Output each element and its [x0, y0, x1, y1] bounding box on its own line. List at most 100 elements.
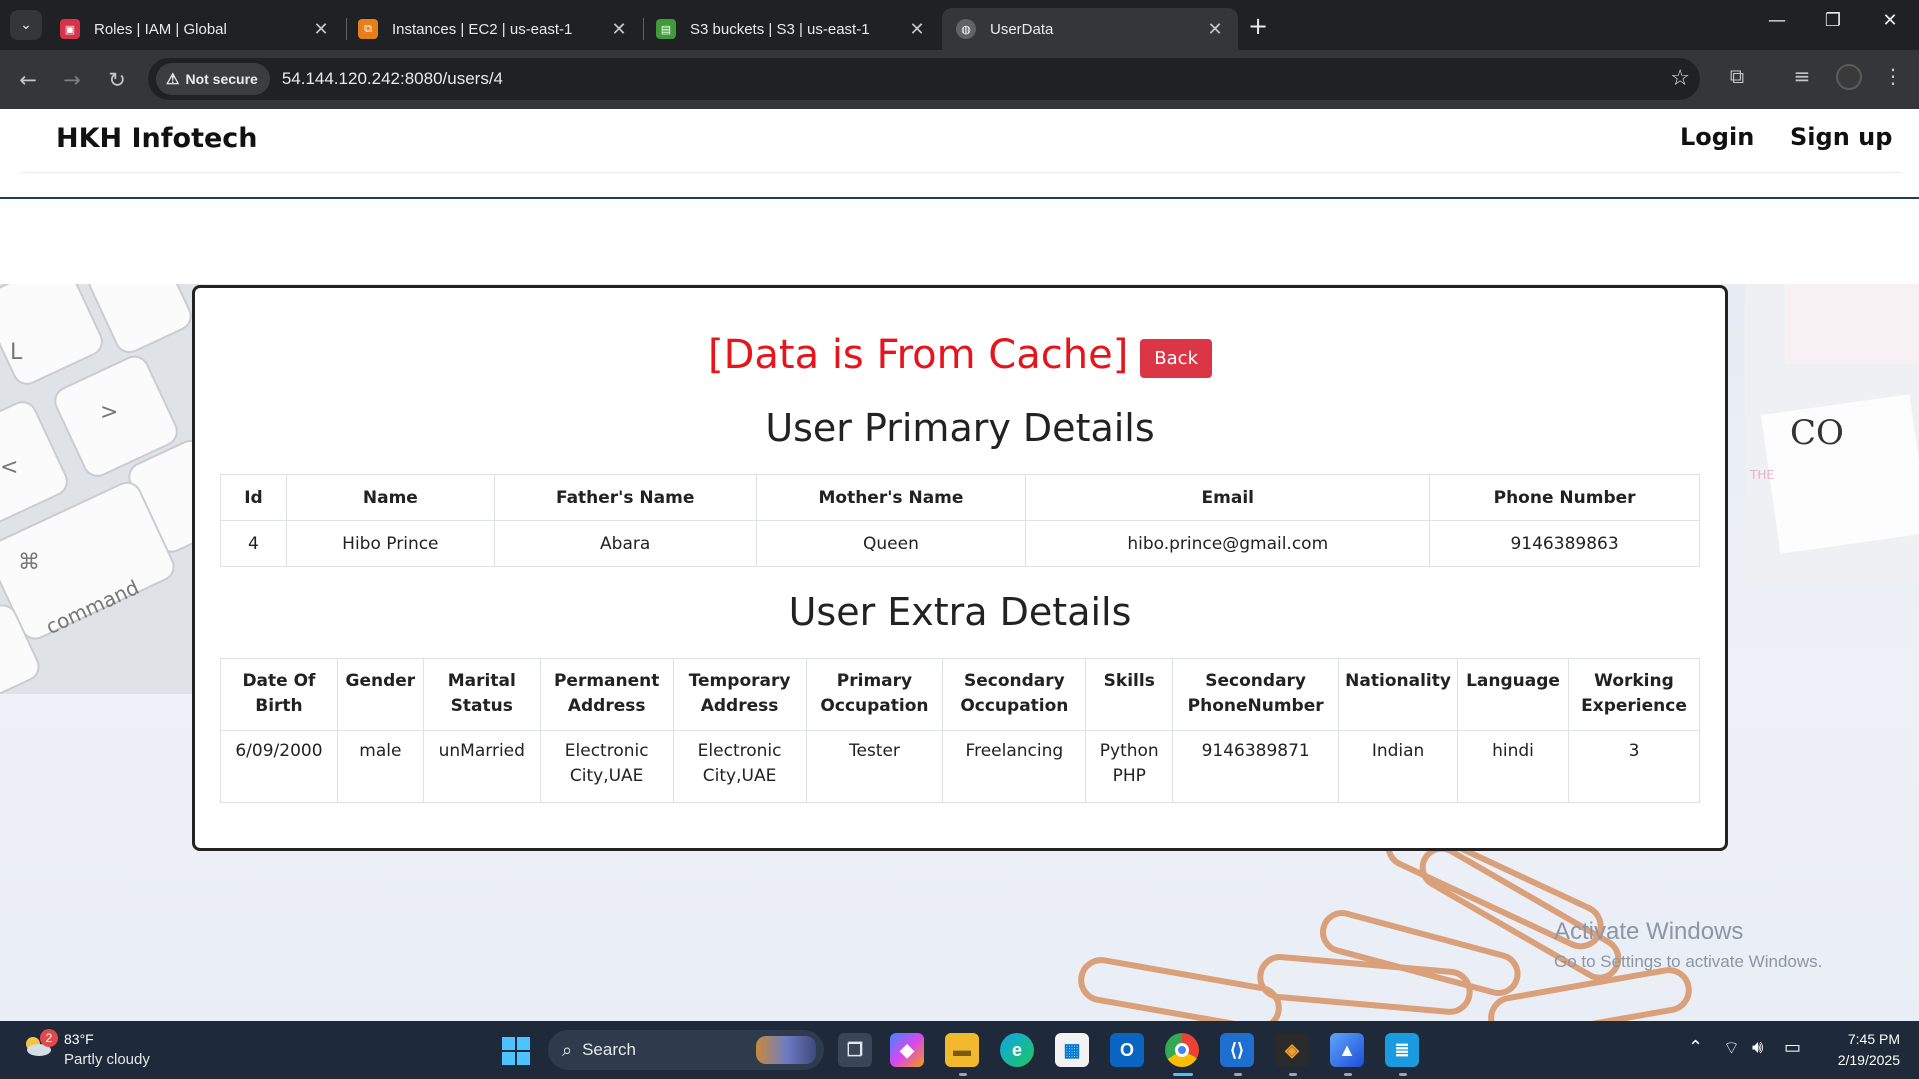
table-row: 4 Hibo Prince Abara Queen hibo.prince@gm… — [220, 520, 1700, 567]
back-arrow-icon[interactable]: ← — [12, 64, 44, 96]
column-header: Marital Status — [422, 658, 541, 731]
restore-icon[interactable]: ❐ — [1818, 10, 1848, 31]
vscode-icon[interactable]: ⟨⟩ — [1220, 1033, 1254, 1067]
close-tab-icon[interactable]: ✕ — [312, 19, 330, 40]
edge-icon[interactable]: e — [1000, 1033, 1034, 1067]
tab-userdata[interactable]: ◍ UserData ✕ — [942, 8, 1238, 50]
back-button[interactable]: Back — [1140, 338, 1212, 378]
bookmark-star-icon[interactable]: ☆ — [1670, 66, 1690, 91]
tab-s3-buckets[interactable]: ▤ S3 buckets | S3 | us-east-1 ✕ — [642, 8, 940, 50]
browser-tabstrip: ⌄ ▣ Roles | IAM | Global ✕ ⧉ Instances |… — [0, 0, 1919, 50]
media-control-icon[interactable]: ≡ — [1787, 64, 1817, 88]
notepad-icon[interactable]: ≣ — [1385, 1033, 1419, 1067]
column-header: Skills — [1085, 658, 1174, 731]
table-cell: 9146389871 — [1172, 730, 1340, 803]
column-header: Mother's Name — [755, 474, 1027, 521]
tab-iam-roles[interactable]: ▣ Roles | IAM | Global ✕ — [46, 8, 344, 50]
new-tab-button[interactable]: + — [1243, 12, 1273, 40]
table-cell: hibo.prince@gmail.com — [1025, 520, 1431, 567]
extensions-icon[interactable]: ⧉ — [1722, 64, 1752, 88]
extra-details-table: Date Of Birth Gender Marital Status Perm… — [220, 658, 1701, 803]
site-header: HKH Infotech Login Sign up — [0, 109, 1919, 284]
svg-text:L: L — [10, 340, 23, 365]
search-icon: ⌕ — [562, 1039, 573, 1060]
globe-icon: ◍ — [956, 19, 976, 39]
reload-icon[interactable]: ↻ — [101, 64, 133, 96]
login-link[interactable]: Login — [1680, 123, 1754, 151]
volume-icon[interactable]: 🔊︎ — [1752, 1037, 1763, 1058]
tab-title: S3 buckets | S3 | us-east-1 — [690, 20, 870, 38]
tab-title: UserData — [990, 20, 1054, 38]
chrome-icon[interactable] — [1165, 1033, 1199, 1067]
keyboard-decoration: L > < ⌘ command — [0, 284, 205, 694]
minimize-icon[interactable]: — — [1762, 10, 1792, 31]
header-divider — [0, 197, 1919, 199]
close-tab-icon[interactable]: ✕ — [1206, 19, 1224, 40]
wifi-icon[interactable]: ⌔ — [1723, 1037, 1740, 1060]
watermark-title: Activate Windows — [1554, 918, 1744, 945]
business-card-decoration: CO THE — [1745, 284, 1919, 584]
table-cell: Hibo Prince — [285, 520, 495, 567]
table-cell: unMarried — [422, 730, 541, 803]
menu-kebab-icon[interactable]: ⋮ — [1878, 64, 1908, 88]
primary-details-table: Id Name Father's Name Mother's Name Emai… — [220, 474, 1700, 567]
table-cell: Electronic City,UAE — [539, 730, 674, 803]
svg-text:⌘: ⌘ — [18, 550, 40, 575]
system-clock[interactable]: 7:45 PM 2/19/2025 — [1822, 1029, 1900, 1071]
column-header: Date Of Birth — [220, 658, 338, 731]
cache-title-row: [Data is From Cache] Back — [195, 332, 1725, 378]
close-tab-icon[interactable]: ✕ — [908, 19, 926, 40]
battery-icon[interactable]: ▭ — [1784, 1037, 1801, 1058]
url-text[interactable]: 54.144.120.242:8080/users/4 — [282, 69, 503, 89]
show-hidden-icons-chevron-icon[interactable]: ⌃ — [1688, 1037, 1703, 1058]
close-tab-icon[interactable]: ✕ — [610, 19, 628, 40]
table-header-row: Id Name Father's Name Mother's Name Emai… — [220, 474, 1700, 521]
outlook-icon[interactable]: O — [1110, 1033, 1144, 1067]
weather-temperature: 83°F — [64, 1031, 94, 1047]
site-info-chip[interactable]: ⚠ Not secure — [156, 63, 270, 95]
aws-ec2-icon: ⧉ — [358, 19, 378, 39]
table-cell: 6/09/2000 — [220, 730, 338, 803]
svg-text:THE: THE — [1749, 468, 1774, 482]
extra-details-heading: User Extra Details — [788, 590, 1132, 634]
table-cell: Python PHP — [1085, 730, 1174, 803]
forward-arrow-icon[interactable]: → — [56, 64, 88, 96]
activate-windows-watermark: Activate Windows Go to Settings to activ… — [1554, 918, 1822, 972]
file-explorer-icon[interactable]: ▬ — [945, 1033, 979, 1067]
table-cell: Indian — [1338, 730, 1459, 803]
git-icon[interactable]: ◈ — [1275, 1033, 1309, 1067]
web-page: HKH Infotech Login Sign up L > < ⌘ comma… — [0, 109, 1919, 1021]
task-view-icon[interactable]: ❐ — [838, 1033, 872, 1067]
signup-link[interactable]: Sign up — [1790, 123, 1892, 151]
table-header-row: Date Of Birth Gender Marital Status Perm… — [220, 658, 1701, 731]
table-cell: Queen — [755, 520, 1027, 567]
primary-details-heading: User Primary Details — [765, 406, 1155, 450]
table-cell: male — [336, 730, 424, 803]
taskbar-search[interactable]: ⌕ Search — [548, 1030, 824, 1070]
column-header: Language — [1457, 658, 1569, 731]
brand-logo-text[interactable]: HKH Infotech — [56, 123, 258, 154]
column-header: Secondary PhoneNumber — [1172, 658, 1340, 731]
user-details-card: [Data is From Cache] Back User Primary D… — [192, 285, 1728, 851]
profile-avatar[interactable] — [1836, 64, 1862, 90]
tab-search-button[interactable]: ⌄ — [10, 10, 42, 40]
windows-start-icon[interactable] — [502, 1037, 530, 1065]
aws-s3-icon: ▤ — [656, 19, 676, 39]
microsoft-store-icon[interactable]: ▦ — [1055, 1033, 1089, 1067]
tab-ec2-instances[interactable]: ⧉ Instances | EC2 | us-east-1 ✕ — [344, 8, 642, 50]
browser-toolbar: ← → ↻ ⚠ Not secure 54.144.120.242:8080/u… — [0, 50, 1919, 109]
column-header: Name — [285, 474, 495, 521]
close-window-icon[interactable]: ✕ — [1875, 10, 1905, 31]
column-header: Phone Number — [1429, 474, 1700, 521]
svg-text:>: > — [100, 400, 118, 425]
column-header: Gender — [336, 658, 424, 731]
copilot-icon[interactable]: ◆ — [890, 1033, 924, 1067]
table-cell: 3 — [1567, 730, 1701, 803]
address-bar[interactable]: ⚠ Not secure 54.144.120.242:8080/users/4… — [148, 58, 1700, 100]
column-header: Secondary Occupation — [942, 658, 1087, 731]
running-indicator — [1344, 1073, 1352, 1076]
photos-icon[interactable]: ▲ — [1330, 1033, 1364, 1067]
table-cell: hindi — [1457, 730, 1569, 803]
column-header: Primary Occupation — [805, 658, 944, 731]
running-indicator — [959, 1073, 967, 1076]
